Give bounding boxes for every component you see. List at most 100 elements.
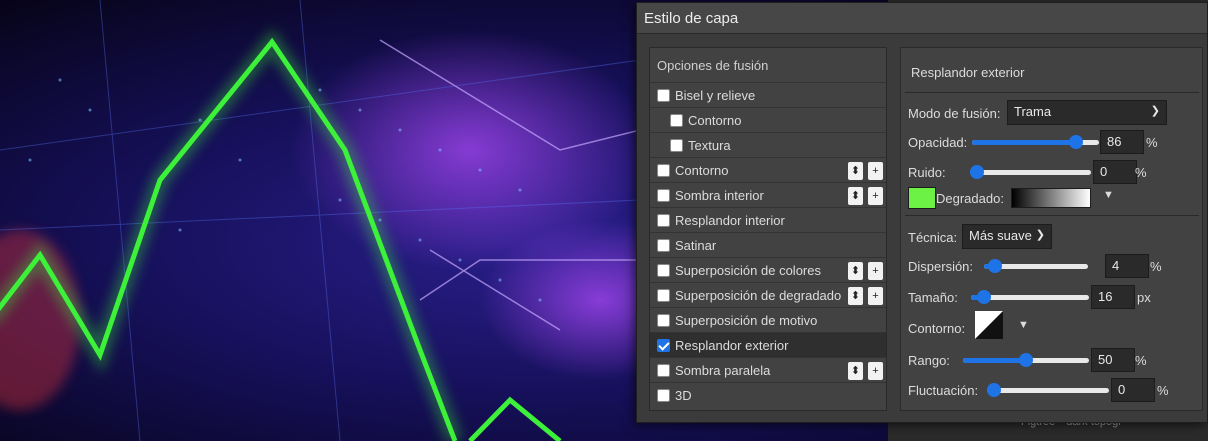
3d-checkbox[interactable]: [657, 389, 670, 402]
spread-slider[interactable]: [984, 259, 1088, 273]
opacity-label: Opacidad:: [908, 135, 968, 150]
style-item-label: Resplandor interior: [675, 212, 785, 228]
style-item-inner-glow[interactable]: Resplandor interior: [650, 208, 886, 233]
style-item-label: Superposición de degradado: [675, 287, 842, 303]
gradient-dropdown-icon[interactable]: ▼: [1103, 189, 1114, 201]
contour-label: Contorno:: [908, 321, 966, 336]
reorder-icon[interactable]: ⬍: [848, 162, 863, 180]
range-input[interactable]: 50: [1091, 348, 1135, 372]
outer-glow-panel: Resplandor exterior Modo de fusión: Tram…: [900, 47, 1203, 411]
noise-slider[interactable]: [970, 165, 1091, 179]
contour-dropdown-icon[interactable]: ▼: [1018, 319, 1029, 331]
style-item-label: 3D: [675, 388, 692, 403]
add-icon[interactable]: +: [868, 187, 883, 205]
size-input[interactable]: 16: [1091, 285, 1135, 309]
range-slider-thumb[interactable]: [1019, 353, 1033, 367]
style-item-label: Sombra interior: [675, 187, 764, 203]
gradient-preview[interactable]: [1011, 188, 1091, 208]
jitter-label: Fluctuación:: [908, 383, 979, 398]
style-item-label: Textura: [688, 137, 731, 153]
inner-glow-checkbox[interactable]: [657, 213, 670, 227]
reorder-icon[interactable]: ⬍: [848, 362, 863, 380]
chevron-down-icon: ❯: [1035, 229, 1045, 241]
spread-slider-thumb[interactable]: [987, 259, 1002, 273]
style-item-texture[interactable]: Textura: [650, 133, 886, 158]
styles-list: Opciones de fusión Bisel y relieve Conto…: [649, 47, 887, 411]
style-item-inner-shadow[interactable]: Sombra interior ⬍ +: [650, 183, 886, 208]
style-item-outer-glow[interactable]: Resplandor exterior: [650, 333, 886, 358]
bevel-contour-checkbox[interactable]: [670, 113, 683, 127]
range-slider-fill: [963, 358, 1026, 363]
spread-unit: %: [1150, 259, 1162, 274]
spread-input[interactable]: 4: [1105, 254, 1149, 278]
blend-mode-select[interactable]: Trama ❯: [1007, 100, 1167, 125]
size-slider[interactable]: [971, 290, 1089, 304]
texture-checkbox[interactable]: [670, 138, 683, 152]
chevron-down-icon: ❯: [1150, 105, 1160, 117]
contour-preview-icon[interactable]: [975, 311, 1003, 339]
gradient-label: Degradado:: [936, 191, 1004, 206]
style-item-label: Satinar: [675, 237, 717, 253]
jitter-slider[interactable]: [987, 383, 1109, 397]
style-item-gradient-overlay[interactable]: Superposición de degradado ⬍ +: [650, 283, 886, 308]
style-item-color-overlay[interactable]: Superposición de colores ⬍ +: [650, 258, 886, 283]
jitter-input[interactable]: 0: [1111, 378, 1155, 402]
noise-input[interactable]: 0: [1093, 160, 1137, 184]
blend-mode-label: Modo de fusión:: [908, 106, 1001, 121]
style-item-label: Superposición de colores: [675, 262, 821, 278]
dialog-title[interactable]: Estilo de capa: [637, 3, 1207, 34]
size-slider-thumb[interactable]: [977, 290, 992, 304]
technique-label: Técnica:: [908, 230, 958, 245]
bevel-emboss-checkbox[interactable]: [657, 88, 670, 102]
noise-unit: %: [1135, 165, 1147, 180]
opacity-slider-fill: [972, 140, 1077, 145]
style-item-label: Resplandor exterior: [675, 337, 789, 353]
outer-glow-checkbox[interactable]: [657, 338, 670, 352]
style-item-label: Superposición de motivo: [675, 312, 818, 328]
blend-mode-value: Trama: [1014, 104, 1052, 119]
pattern-overlay-checkbox[interactable]: [657, 313, 670, 327]
noise-slider-thumb[interactable]: [970, 165, 984, 179]
size-unit: px: [1137, 290, 1151, 305]
add-icon[interactable]: +: [868, 162, 883, 180]
jitter-slider-thumb[interactable]: [987, 383, 1001, 397]
range-slider[interactable]: [963, 353, 1089, 367]
noise-label: Ruido:: [908, 165, 946, 180]
blending-options-label: Opciones de fusión: [657, 57, 769, 73]
stroke-checkbox[interactable]: [657, 163, 670, 177]
style-item-stroke[interactable]: Contorno ⬍ +: [650, 158, 886, 183]
style-item-drop-shadow[interactable]: Sombra paralela ⬍ +: [650, 358, 886, 383]
style-item-label: Contorno: [675, 162, 729, 178]
satin-checkbox[interactable]: [657, 238, 670, 252]
add-icon[interactable]: +: [868, 287, 883, 305]
inner-shadow-checkbox[interactable]: [657, 188, 670, 202]
style-item-label: Bisel y relieve: [675, 87, 756, 103]
gradient-overlay-checkbox[interactable]: [657, 288, 670, 302]
style-item-3d[interactable]: 3D: [650, 383, 886, 408]
technique-select[interactable]: Más suave ❯: [962, 224, 1052, 249]
style-item-bevel-emboss[interactable]: Bisel y relieve: [650, 83, 886, 108]
reorder-icon[interactable]: ⬍: [848, 187, 863, 205]
opacity-slider[interactable]: [972, 135, 1099, 149]
style-item-label: Sombra paralela: [675, 362, 771, 378]
glow-color-swatch[interactable]: [908, 187, 936, 209]
range-label: Rango:: [908, 353, 950, 368]
color-overlay-checkbox[interactable]: [657, 263, 670, 277]
panel-title: Resplandor exterior: [911, 65, 1025, 80]
add-icon[interactable]: +: [868, 362, 883, 380]
range-unit: %: [1135, 353, 1147, 368]
technique-value: Más suave: [969, 228, 1032, 243]
blending-options-item[interactable]: Opciones de fusión: [650, 48, 886, 83]
layer-style-dialog: Estilo de capa Opciones de fusión Bisel …: [636, 2, 1208, 423]
opacity-slider-thumb[interactable]: [1069, 135, 1084, 149]
drop-shadow-checkbox[interactable]: [657, 363, 670, 377]
add-icon[interactable]: +: [868, 262, 883, 280]
opacity-input[interactable]: 86: [1100, 130, 1144, 154]
style-item-satin[interactable]: Satinar: [650, 233, 886, 258]
reorder-icon[interactable]: ⬍: [848, 262, 863, 280]
style-item-bevel-contour[interactable]: Contorno: [650, 108, 886, 133]
style-item-pattern-overlay[interactable]: Superposición de motivo: [650, 308, 886, 333]
size-label: Tamaño:: [908, 290, 958, 305]
reorder-icon[interactable]: ⬍: [848, 287, 863, 305]
opacity-unit: %: [1146, 135, 1158, 150]
